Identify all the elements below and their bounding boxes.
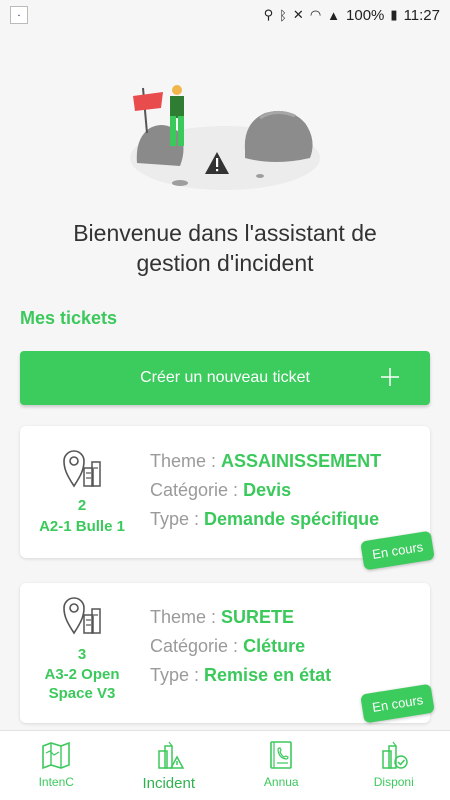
incident-illustration [130,85,320,190]
type-value: Remise en état [204,665,332,685]
incident-icon [158,741,185,769]
theme-label: Theme : [150,451,217,471]
type-label: Type : [150,509,200,529]
ticket-number: 2 [77,497,87,514]
mute-icon: ✕ [292,7,304,22]
battery-level: 100% [346,6,385,24]
category-label: Catégorie : [150,480,239,500]
nav-item-annua[interactable]: Annua [225,731,338,800]
location-building-icon [63,597,101,635]
type-label: Type : [150,665,200,685]
type-value: Demande spécifique [204,509,380,529]
theme-value: SURETE [221,607,295,627]
nav-label: IntenC [38,775,74,789]
signal-icon: ▲ [327,7,341,23]
ticket-card[interactable]: 2 A2-1 Bulle 1 Theme : ASSAINISSEMENT Ca… [20,426,436,571]
welcome-line-1: Bienvenue dans l'assistant de [73,220,377,246]
ticket-place-line-1: A3-2 Open [44,666,120,683]
category-value: Cléture [243,636,306,656]
map-icon [42,741,71,770]
ticket-number: 3 [77,646,87,663]
ticket-card[interactable]: 3 A3-2 Open Space V3 Theme : SURETE Caté… [20,583,436,724]
directory-icon [270,741,293,769]
nav-item-incident[interactable]: Incident [113,731,226,800]
wifi-icon: ◠ [309,7,322,22]
clock: 11:27 [403,6,440,24]
nav-label: Disponi [373,775,414,789]
nav-label: Incident [142,775,196,792]
nav-item-intenc[interactable]: IntenC [0,731,113,800]
theme-value: ASSAINISSEMENT [221,451,382,471]
ticket-place-line-2: Space V3 [48,685,116,702]
location-icon: ⚲ [263,7,274,22]
battery-icon: ▮ [390,7,398,22]
theme-label: Theme : [150,607,217,627]
status-badge: En cours [360,530,436,571]
create-ticket-label: Créer un nouveau ticket [140,369,310,386]
welcome-line-2: gestion d'incident [136,250,314,276]
category-label: Catégorie : [150,636,239,656]
status-bar: ▪ ⚲ ᛒ ✕ ◠ ▲ 100% ▮ 11:27 [0,0,450,30]
ticket-fields: Theme : SURETE Catégorie : Cléture Type … [150,603,331,690]
welcome-message: Bienvenue dans l'assistant de gestion d'… [0,218,450,278]
status-badge: En cours [360,683,436,724]
bluetooth-icon: ᛒ [279,7,287,23]
plus-icon [381,368,399,386]
location-building-icon [63,450,101,488]
bottom-navigation: IntenC Incident Annua Disponi [0,730,450,800]
ticket-fields: Theme : ASSAINISSEMENT Catégorie : Devis… [150,447,381,534]
nav-item-disponi[interactable]: Disponi [338,731,450,800]
category-value: Devis [243,480,292,500]
section-title: Mes tickets [20,308,118,328]
ticket-place: A2-1 Bulle 1 [39,518,125,535]
app-notification-icon: ▪ [10,6,28,24]
availability-icon [382,741,408,769]
create-ticket-button[interactable]: Créer un nouveau ticket [20,351,430,405]
nav-label: Annua [263,775,299,789]
